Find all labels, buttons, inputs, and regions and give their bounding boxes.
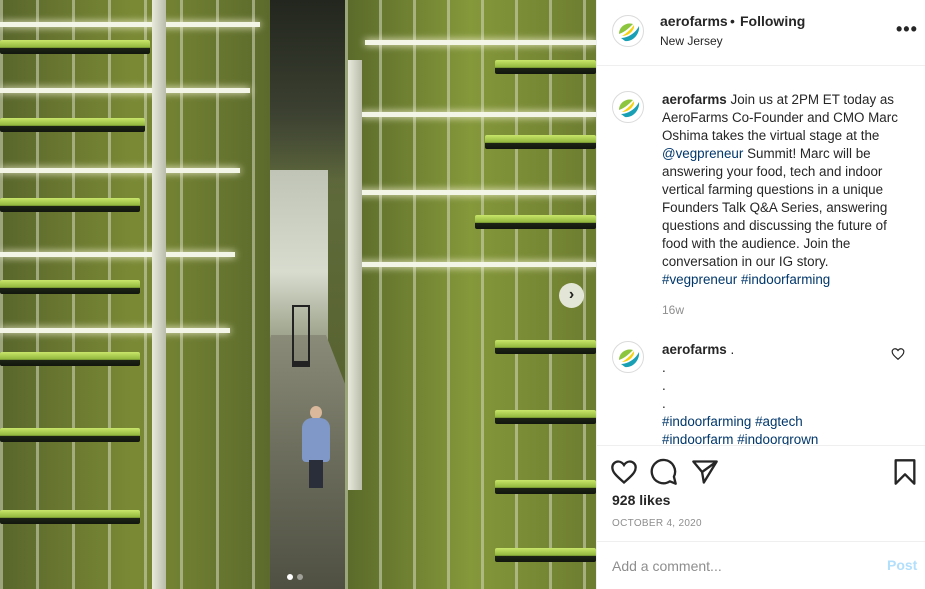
hashtag-link[interactable]: #indoorfarming: [662, 414, 751, 429]
caption-timestamp[interactable]: 16w: [662, 303, 684, 317]
carousel-indicator: [287, 574, 303, 580]
hashtag-link[interactable]: #vegpreneur: [662, 272, 737, 287]
post-date[interactable]: OCTOBER 4, 2020: [612, 518, 702, 529]
following-button[interactable]: Following: [740, 13, 805, 29]
like-heart-icon[interactable]: [610, 458, 638, 486]
worker-legs: [309, 460, 323, 488]
comment-dot-line: .: [662, 396, 666, 411]
hashtag-link[interactable]: #indoorfarm: [662, 432, 733, 445]
scissor-lift: [292, 305, 310, 367]
location-link[interactable]: New Jersey: [660, 34, 723, 48]
post-side-panel: aerofarms • Following New Jersey ••• aer…: [596, 0, 925, 589]
header-username[interactable]: aerofarms: [660, 13, 728, 29]
avatar[interactable]: [612, 15, 644, 47]
share-paper-plane-icon[interactable]: [691, 458, 719, 486]
aerofarms-logo-icon: [619, 99, 640, 118]
caption-body-2: Summit! Marc will be answering your food…: [662, 146, 888, 269]
hashtag-link[interactable]: #indoorgrown: [737, 432, 818, 445]
post-actions: 928 likes OCTOBER 4, 2020 Post: [597, 445, 925, 589]
save-bookmark-icon[interactable]: [891, 458, 919, 486]
aerofarms-logo-icon: [619, 23, 640, 42]
caption-avatar[interactable]: [612, 91, 644, 123]
aerofarms-logo-icon: [619, 349, 640, 368]
like-comment-heart-icon[interactable]: [891, 347, 905, 361]
comment-dot-line: .: [662, 378, 666, 393]
mention-link[interactable]: @vegpreneur: [662, 146, 743, 161]
comment-username[interactable]: aerofarms: [662, 342, 727, 357]
header-separator: •: [730, 13, 735, 29]
more-options-icon[interactable]: •••: [896, 19, 918, 40]
support-pillar: [348, 60, 362, 490]
comments-list[interactable]: aerofarms Join us at 2PM ET today as Aer…: [597, 67, 925, 445]
hashtag-link[interactable]: #indoorfarming: [741, 272, 830, 287]
likes-count[interactable]: 928 likes: [612, 492, 670, 508]
caption-username[interactable]: aerofarms: [662, 92, 727, 107]
comment-text: aerofarms . . . . #indoorfarming #agtech…: [662, 341, 882, 445]
comment-dot-line: .: [662, 360, 666, 375]
chevron-right-icon[interactable]: ›: [559, 283, 584, 308]
add-comment-input[interactable]: [612, 555, 852, 577]
left-grow-rack: [0, 0, 270, 589]
post-header: aerofarms • Following New Jersey •••: [597, 0, 925, 66]
caption-text: aerofarms Join us at 2PM ET today as Aer…: [662, 91, 912, 289]
post-comment-button[interactable]: Post: [887, 557, 917, 573]
post-photo[interactable]: ›: [0, 0, 596, 589]
hashtag-link[interactable]: #agtech: [755, 414, 803, 429]
add-comment-row: Post: [597, 541, 925, 589]
comment-avatar[interactable]: [612, 341, 644, 373]
worker-coat: [302, 418, 330, 462]
carousel-dot: [297, 574, 303, 580]
comment-bubble-icon[interactable]: [650, 458, 678, 486]
carousel-dot-active: [287, 574, 293, 580]
